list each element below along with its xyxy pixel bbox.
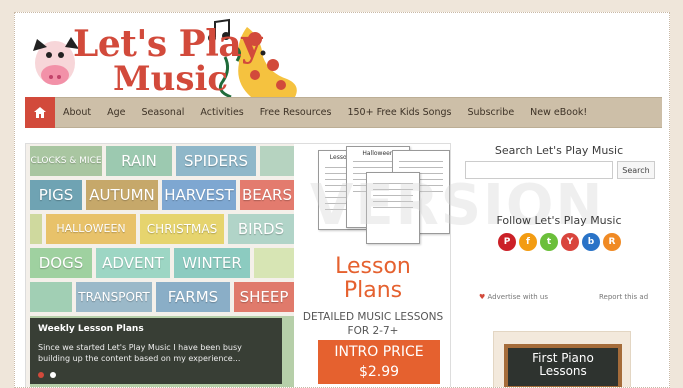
tile-autumn: AUTUMN (86, 180, 158, 210)
slide-caption-title[interactable]: Weekly Lesson Plans (38, 324, 274, 334)
intro-price-badge: INTRO PRICE $2.99 (318, 340, 440, 384)
page-container: Let's Play Music About Age Seasonal Acti… (14, 12, 670, 388)
advertise-link-label: Advertise with us (487, 293, 548, 301)
tile-blank-2 (30, 214, 42, 244)
tile-dogs: DOGS (30, 248, 92, 278)
slide-caption[interactable]: Weekly Lesson Plans Since we started Let… (30, 318, 282, 384)
tile-bears: BEARS (240, 180, 294, 210)
featured-slider[interactable]: CLOCKS & MICE RAIN SPIDERS PIGS AUTUMN H… (25, 143, 451, 387)
nav-item-seasonal[interactable]: Seasonal (133, 107, 192, 118)
report-ad-link[interactable]: Report this ad (599, 293, 648, 301)
twitter-icon[interactable]: t (540, 233, 558, 251)
slider-dot-1[interactable] (38, 372, 44, 378)
tile-farms: FARMS (156, 282, 230, 312)
heart-icon: ♥ (479, 293, 486, 301)
lesson-plans-subtitle-2: FOR 2-7+ (347, 325, 399, 337)
nav-item-free-resources[interactable]: Free Resources (252, 107, 340, 118)
slider-pagination (38, 372, 56, 378)
tile-sheep: SHEEP (234, 282, 294, 312)
slide-caption-text: Since we started Let's Play Music I have… (38, 343, 242, 363)
facebook-icon[interactable]: f (519, 233, 537, 251)
lesson-paper-4 (366, 172, 420, 244)
tile-blank-3 (254, 248, 294, 278)
advertise-link[interactable]: ♥ Advertise with us (479, 293, 548, 301)
youtube-icon[interactable]: Y (561, 233, 579, 251)
main-navigation: About Age Seasonal Activities Free Resou… (25, 97, 662, 128)
nav-item-free-kids-songs[interactable]: 150+ Free Kids Songs (339, 107, 459, 118)
tile-winter: WINTER (174, 248, 250, 278)
tile-transport: TRANSPORT (76, 282, 152, 312)
search-widget-title: Search Let's Play Music (494, 144, 624, 157)
tile-birds: BIRDS (228, 214, 294, 244)
intro-price-value: $2.99 (358, 364, 400, 380)
bloglovin-icon[interactable]: b (582, 233, 600, 251)
first-piano-lessons-ad[interactable]: First Piano Lessons (493, 331, 631, 387)
slider-dot-2[interactable] (50, 372, 56, 378)
tile-christmas: CHRISTMAS (140, 214, 224, 244)
nav-item-age[interactable]: Age (99, 107, 133, 118)
lesson-plans-title-1: Lesson (335, 254, 411, 279)
nav-home-button[interactable] (25, 97, 55, 128)
follow-widget-title: Follow Let's Play Music (496, 214, 622, 227)
nav-item-subscribe[interactable]: Subscribe (459, 107, 522, 118)
pinterest-icon[interactable]: P (498, 233, 516, 251)
chalkboard-image: First Piano Lessons (504, 344, 622, 387)
tile-blank-4 (30, 282, 72, 312)
tile-advent: ADVENT (96, 248, 170, 278)
tile-blank-1 (260, 146, 294, 176)
book-title-line2: Lessons (539, 364, 587, 378)
nav-item-new-ebook[interactable]: New eBook! (522, 107, 595, 118)
tile-pigs: PIGS (30, 180, 82, 210)
rss-icon[interactable]: R (603, 233, 621, 251)
tile-clocks-mice: CLOCKS & MICE (30, 146, 102, 176)
site-logo[interactable]: Let's Play Music (25, 17, 315, 99)
nav-item-about[interactable]: About (55, 107, 99, 118)
logo-text-line2: Music (113, 59, 229, 99)
social-icons: PftYbR (498, 233, 621, 251)
intro-price-label: INTRO PRICE (334, 344, 424, 360)
nav-item-activities[interactable]: Activities (192, 107, 251, 118)
tile-spiders: SPIDERS (176, 146, 256, 176)
search-input[interactable] (465, 161, 613, 179)
lesson-plans-title-2: Plans (343, 278, 403, 303)
tile-harvest: HARVEST (162, 180, 236, 210)
search-button[interactable]: Search (617, 161, 655, 179)
lesson-plans-subtitle-1: DETAILED MUSIC LESSONS (302, 311, 444, 323)
tile-halloween: HALLOWEEN (46, 214, 136, 244)
home-icon (34, 107, 46, 118)
lesson-plans-promo[interactable]: Lesson Plans Halloween Lesson Plans DETA… (294, 144, 450, 387)
tile-rain: RAIN (106, 146, 172, 176)
